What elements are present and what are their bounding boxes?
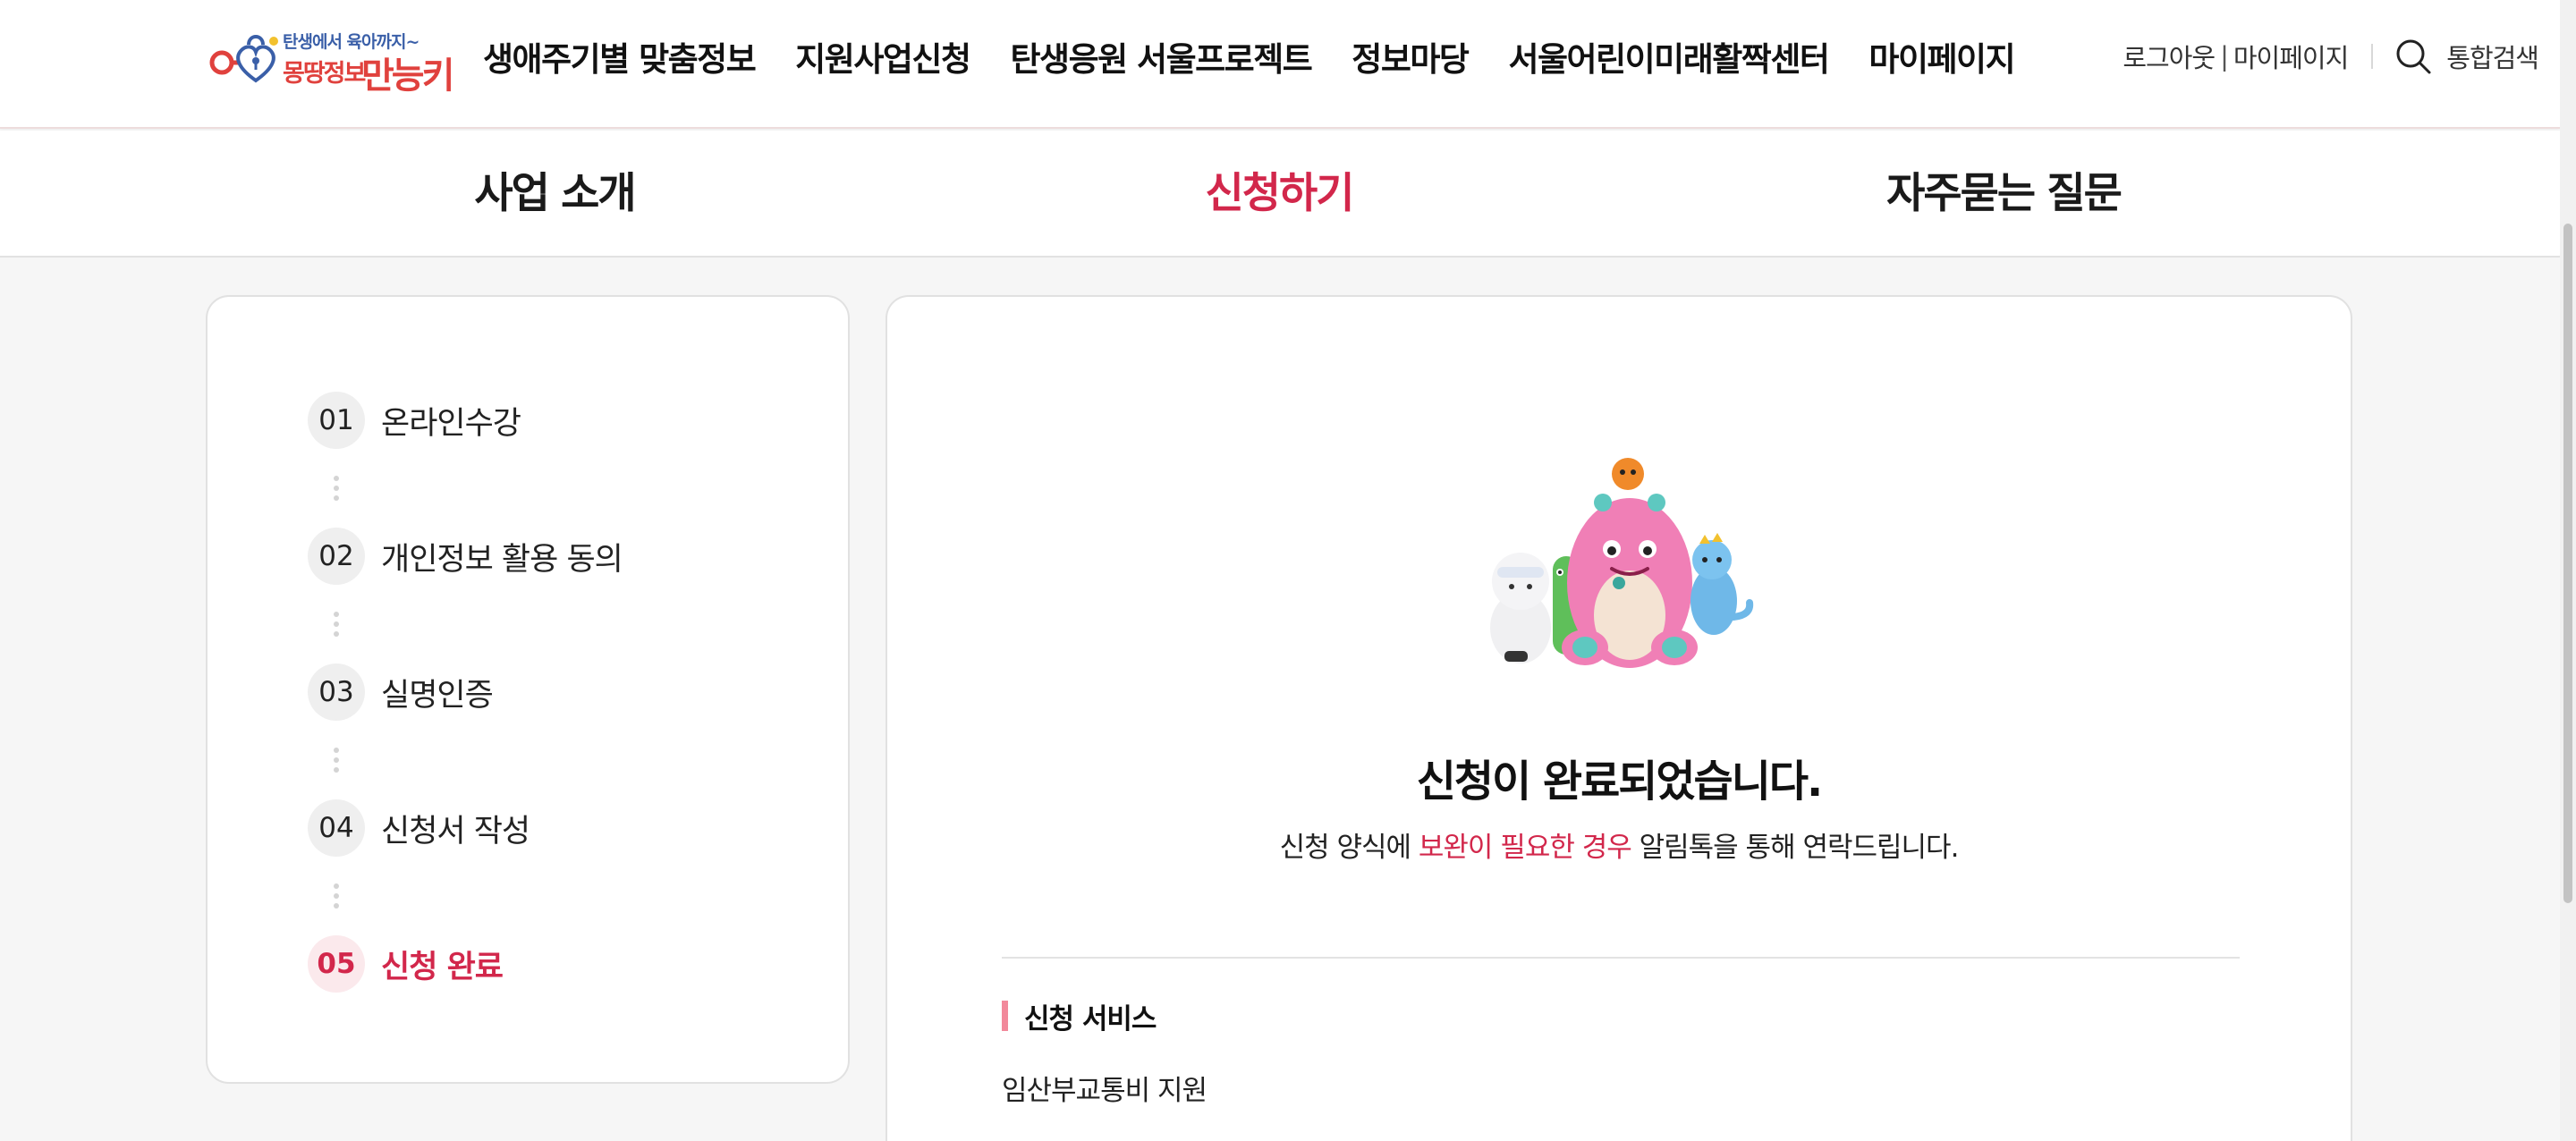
service-name: 임산부교통비 지원 (1002, 1075, 1208, 1107)
nav-item-birth-project[interactable]: 탄생응원 서울프로젝트 (1011, 32, 1313, 80)
step-label: 신청서 작성 (381, 813, 530, 849)
key-heart-logo-icon (209, 35, 278, 83)
nav-item-mypage[interactable]: 마이페이지 (1868, 32, 2015, 80)
steps-panel: 01 온라인수강 02 개인정보 활용 동의 03 실명인증 04 신청서 작성… (206, 295, 850, 1084)
result-description: 신청 양식에 보완이 필요한 경우 알림톡을 통해 연락드립니다. (887, 824, 2351, 865)
step-number: 01 (308, 392, 365, 449)
result-desc-highlight: 보완이 필요한 경우 (1418, 832, 1632, 864)
search-link[interactable]: 통합검색 (2446, 38, 2539, 75)
step-item: 01 온라인수강 (308, 392, 521, 449)
nav-item-lifecycle[interactable]: 생애주기별 맞춤정보 (483, 32, 757, 80)
scrollbar-thumb[interactable] (2563, 224, 2572, 903)
utility-menu: 로그아웃 | 마이페이지 통합검색 (2123, 0, 2539, 113)
section-marker (1002, 1001, 1008, 1031)
result-desc-text: 알림톡을 통해 연락드립니다. (1631, 832, 1960, 864)
result-desc-text: 신청 양식에 (1279, 832, 1419, 864)
tab-intro[interactable]: 사업 소개 (474, 131, 636, 258)
nav-item-support-apply[interactable]: 지원사업신청 (795, 32, 971, 80)
tab-faq[interactable]: 자주묻는 질문 (1886, 131, 2123, 258)
site-header: 탄생에서 육아까지~ 몽땅정보 만능키 생애주기별 맞춤정보 지원사업신청 탄생… (0, 0, 2560, 129)
step-connector (334, 748, 339, 777)
logo-brand-text: 몽땅정보 (283, 60, 366, 88)
step-connector (334, 883, 339, 913)
result-panel: 신청이 완료되었습니다. 신청 양식에 보완이 필요한 경우 알림톡을 통해 연… (886, 295, 2352, 1141)
util-divider (2371, 44, 2374, 69)
section-label: 신청 서비스 (1024, 1002, 1157, 1035)
logout-link[interactable]: 로그아웃 (2123, 38, 2216, 75)
nav-item-info[interactable]: 정보마당 (1352, 32, 1470, 80)
site-logo[interactable]: 탄생에서 육아까지~ 몽땅정보 만능키 (204, 21, 454, 97)
tab-apply[interactable]: 신청하기 (1206, 131, 1355, 258)
result-title: 신청이 완료되었습니다. (1416, 756, 1824, 807)
step-number: 05 (308, 935, 365, 993)
sub-tabs: 사업 소개 신청하기 자주묻는 질문 (0, 131, 2560, 258)
step-label: 신청 완료 (381, 949, 504, 985)
util-separator: | (2220, 41, 2229, 72)
step-item-current: 05 신청 완료 (308, 935, 504, 993)
step-label: 개인정보 활용 동의 (381, 541, 623, 578)
section-heading: 신청 서비스 (1002, 1000, 1157, 1035)
step-number: 04 (308, 799, 365, 857)
step-item: 02 개인정보 활용 동의 (308, 528, 623, 585)
main-nav: 생애주기별 맞춤정보 지원사업신청 탄생응원 서울프로젝트 정보마당 서울어린이… (483, 0, 2055, 113)
page-scrollbar[interactable] (2560, 0, 2576, 1141)
step-item: 04 신청서 작성 (308, 799, 530, 857)
step-number: 03 (308, 663, 365, 721)
search-icon[interactable] (2394, 38, 2432, 75)
step-item: 03 실명인증 (308, 663, 494, 721)
step-connector (334, 612, 339, 641)
section-divider (1002, 957, 2240, 959)
nav-item-children-center[interactable]: 서울어린이미래활짝센터 (1508, 32, 1829, 80)
mascot-characters-image (1490, 458, 1754, 668)
mypage-link[interactable]: 마이페이지 (2233, 38, 2349, 75)
step-label: 온라인수강 (381, 405, 521, 442)
step-label: 실명인증 (381, 677, 494, 714)
step-connector (334, 476, 339, 505)
logo-brand-key: 만능키 (361, 55, 454, 97)
step-number: 02 (308, 528, 365, 585)
